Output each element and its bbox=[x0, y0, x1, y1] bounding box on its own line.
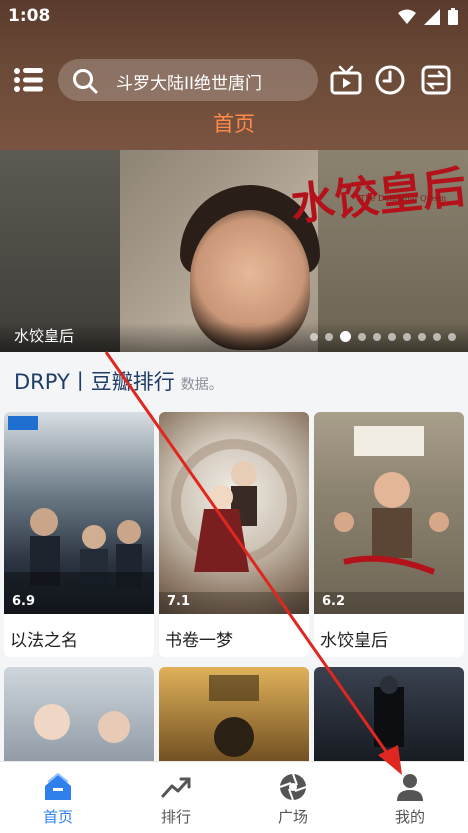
movie-rating: 6.9 bbox=[12, 594, 36, 609]
system-icons bbox=[398, 8, 458, 25]
movie-card[interactable] bbox=[314, 667, 464, 767]
wifi-icon bbox=[398, 9, 416, 24]
pagination-dot[interactable] bbox=[403, 332, 411, 341]
pagination-dot[interactable] bbox=[388, 332, 396, 341]
nav-mine[interactable]: 我的 bbox=[370, 772, 450, 827]
user-icon bbox=[397, 774, 423, 801]
search-icon bbox=[73, 69, 98, 94]
movie-rating: 7.1 bbox=[167, 594, 191, 609]
banner-pagination[interactable] bbox=[310, 331, 456, 342]
section-note: 数据。 bbox=[180, 377, 223, 393]
pagination-dot[interactable] bbox=[325, 332, 333, 341]
nav-square-label: 广场 bbox=[277, 808, 308, 826]
poster-art bbox=[4, 416, 154, 614]
status-time: 1:08 bbox=[8, 6, 51, 26]
live-tv-button[interactable] bbox=[330, 64, 362, 96]
poster-art bbox=[159, 439, 309, 614]
switch-source-button[interactable] bbox=[420, 64, 452, 96]
poster-art bbox=[34, 704, 130, 743]
pagination-dot[interactable] bbox=[358, 332, 366, 341]
section-header: DRPY丨豆瓣排行 数据。 bbox=[14, 366, 223, 396]
movie-title: 以法之名 bbox=[10, 631, 78, 651]
nav-home[interactable]: 首页 bbox=[18, 772, 98, 827]
pagination-dot[interactable] bbox=[310, 332, 318, 341]
pagination-dot[interactable] bbox=[433, 332, 441, 341]
hero-banner[interactable]: 水饺皇后 The Dumpling Queen 水饺皇后 bbox=[0, 150, 468, 352]
movie-poster bbox=[4, 412, 154, 614]
poster-art bbox=[209, 675, 259, 757]
clock-icon bbox=[375, 65, 405, 95]
tab-home-title[interactable]: 首页 bbox=[0, 108, 468, 138]
pagination-dot[interactable] bbox=[448, 332, 456, 341]
movie-title: 书卷一梦 bbox=[165, 631, 233, 651]
movie-poster bbox=[314, 412, 464, 614]
banner-caption: 水饺皇后 bbox=[14, 327, 75, 345]
nav-ranking-label: 排行 bbox=[160, 808, 191, 826]
pagination-dot[interactable] bbox=[418, 332, 426, 341]
nav-home-label: 首页 bbox=[42, 808, 73, 826]
search-row: 斗罗大陆II绝世唐门 bbox=[0, 58, 468, 102]
nav-mine-label: 我的 bbox=[394, 808, 425, 826]
history-button[interactable] bbox=[374, 64, 406, 96]
movie-card[interactable] bbox=[4, 667, 154, 767]
pagination-dot[interactable] bbox=[340, 331, 351, 342]
movie-card[interactable]: 7.1 书卷一梦 bbox=[159, 412, 309, 657]
banner-english-subtitle: The Dumpling Queen bbox=[360, 194, 447, 203]
status-bar: 1:08 bbox=[0, 0, 468, 34]
movie-rating: 6.2 bbox=[322, 594, 346, 609]
pagination-dot[interactable] bbox=[373, 332, 381, 341]
top-header: 1:08 斗罗大陆II绝世唐门 首页 bbox=[0, 0, 468, 150]
menu-icon bbox=[14, 68, 43, 92]
search-text: 斗罗大陆II绝世唐门 bbox=[116, 74, 263, 94]
tv-icon bbox=[330, 65, 362, 95]
movie-card[interactable]: 6.9 以法之名 bbox=[4, 412, 154, 657]
menu-button[interactable] bbox=[14, 66, 44, 94]
poster-art bbox=[314, 426, 464, 614]
home-icon bbox=[45, 772, 71, 800]
trending-icon bbox=[161, 777, 191, 798]
movie-card[interactable]: 6.2 水饺皇后 bbox=[314, 412, 464, 657]
swap-icon bbox=[421, 65, 451, 95]
nav-square[interactable]: 广场 bbox=[253, 772, 333, 827]
signal-icon bbox=[424, 8, 440, 25]
bottom-navigation: 首页 排行 广场 我的 bbox=[0, 761, 468, 833]
movie-poster bbox=[159, 412, 309, 614]
nav-ranking[interactable]: 排行 bbox=[136, 772, 216, 827]
movie-card[interactable] bbox=[159, 667, 309, 767]
battery-icon bbox=[448, 8, 458, 25]
section-title: DRPY丨豆瓣排行 bbox=[14, 370, 175, 394]
movie-title: 水饺皇后 bbox=[320, 631, 388, 651]
aperture-icon bbox=[279, 773, 307, 801]
search-bar[interactable]: 斗罗大陆II绝世唐门 bbox=[58, 59, 318, 101]
poster-art bbox=[374, 676, 404, 747]
